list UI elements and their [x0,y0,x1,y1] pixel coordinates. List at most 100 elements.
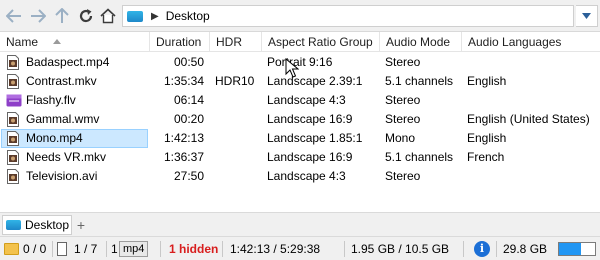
mouse-cursor-icon [285,58,299,78]
file-audio-mode: Stereo [385,93,421,107]
column-header-aspect-ratio-group[interactable]: Aspect Ratio Group [262,32,380,52]
file-name: Badaspect.mp4 [26,55,110,69]
file-count: 1 / 7 [74,242,98,256]
column-header-hdr[interactable]: HDR [210,32,262,52]
file-hdr [215,167,260,186]
file-aspect: Landscape 16:9 [267,112,353,126]
refresh-button[interactable] [76,6,96,26]
video-file-icon [6,131,20,146]
folder-icon [6,220,21,230]
back-button[interactable] [4,6,24,26]
flash-video-icon [6,93,22,108]
file-hdr: HDR10 [215,74,255,88]
up-button[interactable] [52,6,72,26]
folder-count-icon [4,243,19,255]
file-name: Needs VR.mkv [26,150,107,164]
breadcrumb-separator-icon[interactable]: ▶ [151,11,159,22]
file-aspect: Landscape 2.39:1 [267,74,363,88]
forward-button[interactable] [28,6,48,26]
file-duration: 27:50 [173,169,204,183]
address-dropdown-button[interactable] [576,5,598,27]
file-name: Contrast.mkv [26,74,97,88]
video-file-icon [6,150,20,165]
file-audio-mode: 5.1 channels [385,150,454,164]
file-audio-languages [467,53,599,72]
file-hdr [215,53,260,72]
divider [106,241,107,257]
column-header-audio-mode[interactable]: Audio Mode [380,32,462,52]
column-header-audio-languages[interactable]: Audio Languages [462,32,600,52]
divider [52,241,53,257]
file-hdr [215,91,260,110]
size-summary: 1.95 GB / 10.5 GB [351,242,450,256]
new-tab-button[interactable]: + [74,218,88,232]
file-aspect: Landscape 1.85:1 [267,131,363,145]
file-name: Gammal.wmv [26,112,100,126]
status-bar: 0 / 0 1 / 7 1 mp4 1 hidden 1:42:13 / 5:2… [0,236,600,260]
up-arrow-icon [55,8,69,23]
divider [496,241,497,257]
refresh-icon [79,9,93,23]
home-button[interactable] [98,6,118,26]
breadcrumb-desktop[interactable]: Desktop [166,9,210,23]
file-hdr [215,110,260,129]
file-row[interactable]: Flashy.flv 06:14 Landscape 4:3 Stereo [0,91,600,110]
info-icon[interactable]: i [474,241,490,257]
file-audio-languages: French [467,150,505,164]
column-header-name[interactable]: Name [0,32,150,52]
file-name: Television.avi [26,169,98,183]
folder-icon [127,10,143,22]
file-row-selected[interactable]: Mono.mp4 1:42:13 Landscape 1.85:1 Mono E… [0,129,600,148]
tab-label: Desktop [25,218,70,232]
file-audio-mode: Stereo [385,169,421,183]
forward-arrow-icon [31,9,46,23]
hidden-count[interactable]: 1 hidden [169,237,218,260]
file-audio-mode: Stereo [385,55,421,69]
file-count-icon [57,242,67,256]
video-file-icon [6,74,20,89]
file-row[interactable]: Badaspect.mp4 00:50 Portrait 9:16 Stereo [0,53,600,72]
file-name: Flashy.flv [26,93,76,107]
file-audio-languages: English (United States) [467,112,590,126]
file-duration: 00:20 [173,112,204,126]
file-audio-mode: Mono [385,131,416,145]
file-row[interactable]: Gammal.wmv 00:20 Landscape 16:9 Stereo E… [0,110,600,129]
duration-summary: 1:42:13 / 5:29:38 [230,242,321,256]
drive-usage-fill [559,243,582,255]
column-header-duration[interactable]: Duration [150,32,210,52]
chevron-down-icon [582,13,591,19]
file-hdr [215,148,260,167]
divider [463,241,464,257]
filter-type-badge[interactable]: mp4 [119,241,149,257]
file-duration: 1:35:34 [163,74,204,88]
file-duration: 1:36:37 [163,150,204,164]
toolbar: ▶ Desktop [0,0,600,32]
home-icon [100,8,116,24]
filter-count: 1 [111,242,118,256]
video-file-icon [6,55,20,70]
file-name: Mono.mp4 [26,131,83,145]
file-audio-mode: 5.1 channels [385,74,454,88]
file-row[interactable]: Television.avi 27:50 Landscape 4:3 Stere… [0,167,600,186]
drive-usage-bar [558,242,596,256]
file-row[interactable]: Contrast.mkv 1:35:34 HDR10 Landscape 2.3… [0,72,600,91]
file-duration: 00:50 [173,55,204,69]
video-file-icon [6,112,20,127]
tab-desktop[interactable]: Desktop [2,215,72,235]
file-duration: 1:42:13 [163,131,204,145]
address-bar[interactable]: ▶ Desktop [122,5,574,27]
file-duration: 06:14 [173,93,204,107]
file-audio-languages [467,167,599,186]
sort-ascending-icon [53,39,61,44]
file-audio-languages: English [467,74,507,88]
file-aspect: Portrait 9:16 [267,55,333,69]
file-hdr [215,129,260,148]
free-space: 29.8 GB [503,242,548,256]
file-audio-mode: Stereo [385,112,421,126]
folder-count: 0 / 0 [23,242,47,256]
file-audio-languages: English [467,131,507,145]
file-audio-languages [467,91,599,110]
file-row[interactable]: Needs VR.mkv 1:36:37 Landscape 16:9 5.1 … [0,148,600,167]
file-aspect: Landscape 4:3 [267,169,346,183]
divider [344,241,345,257]
